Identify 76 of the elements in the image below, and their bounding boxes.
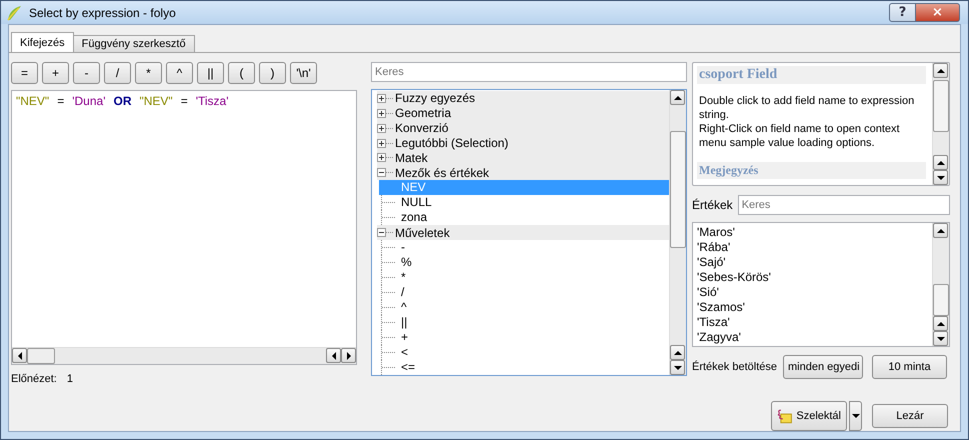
tree-item[interactable]: Legutóbbi (Selection) [377, 136, 669, 150]
operator-button[interactable]: ( [228, 62, 255, 84]
scrollbar[interactable] [932, 63, 949, 185]
value-item[interactable]: 'Sió' [697, 285, 928, 300]
scrollbar[interactable] [669, 90, 686, 375]
minus-box-icon[interactable] [377, 168, 386, 178]
tree-item[interactable]: < [399, 345, 669, 360]
tab[interactable]: Kifejezés [11, 32, 74, 52]
tree-item[interactable]: Mezők és értékek [377, 165, 669, 180]
load-button[interactable]: 10 minta [872, 355, 947, 379]
tree-item[interactable]: Műveletek [377, 225, 669, 240]
expression-token: "NEV" [16, 94, 50, 108]
tree-item[interactable]: || [399, 315, 669, 330]
search-field[interactable]: Keres [738, 195, 950, 215]
search-field[interactable]: Keres [371, 62, 687, 82]
tree-item[interactable]: * [399, 270, 669, 286]
operator-button[interactable]: = [11, 62, 38, 84]
operator-button[interactable]: ) [259, 62, 286, 84]
value-item[interactable]: 'Sebes-Körös' [697, 270, 928, 285]
minus-box-icon[interactable] [377, 228, 386, 238]
expression-token: = [57, 94, 64, 108]
tree-item[interactable]: % [399, 255, 669, 270]
tree-item[interactable]: ^ [399, 300, 669, 316]
tree-item[interactable]: / [399, 285, 669, 300]
expression-token: 'Tisza' [196, 94, 229, 108]
value-item[interactable]: 'Maros' [697, 225, 928, 240]
value-item[interactable]: 'Zagyva' [697, 330, 928, 345]
operator-button[interactable]: / [104, 62, 131, 84]
preview-label: Előnézet: [11, 373, 57, 385]
preview-value: 1 [66, 373, 73, 385]
value-item[interactable]: 'Szamos' [697, 300, 928, 315]
help-text: Right-Click on field name to open context menu sample value loading options. [698, 122, 901, 150]
close-button[interactable]: Lezár [872, 404, 948, 428]
tree-item[interactable]: NULL [399, 195, 669, 210]
help-heading: Megjegyzés [697, 162, 926, 179]
load-values-label: Értékek betöltése [692, 361, 777, 373]
expression-token: 'Duna' [72, 94, 106, 108]
expression-token: = [180, 94, 188, 108]
operator-button[interactable]: - [73, 62, 100, 84]
tree-item[interactable]: Matek [377, 150, 669, 166]
expression-editor[interactable]: "NEV" = 'Duna' OR "NEV" = 'Tisza' [11, 90, 357, 365]
expression-token: OR [114, 94, 132, 108]
scrollbar[interactable] [932, 223, 949, 346]
select-icon [777, 408, 792, 424]
leaf-icon [5, 4, 23, 22]
values-label: Értékek [692, 198, 733, 212]
tree-item[interactable]: - [399, 240, 669, 256]
scrollbar[interactable] [12, 347, 356, 364]
tree-item[interactable]: Geometria [377, 106, 669, 121]
plus-box-icon[interactable] [377, 124, 386, 133]
operator-button[interactable]: ^ [166, 62, 193, 84]
tab[interactable]: Függvény szerkesztő [72, 35, 195, 52]
help-button[interactable]: ? [889, 3, 916, 22]
help-text: Double click to add field name to expression string. [698, 94, 916, 122]
tree-item[interactable]: + [399, 330, 669, 346]
operator-button[interactable]: '\n' [290, 62, 317, 84]
dropdown-button[interactable] [849, 401, 862, 431]
operator-button[interactable]: * [135, 62, 162, 84]
help-title: csoport Field [697, 66, 926, 84]
plus-box-icon[interactable] [377, 108, 386, 118]
tree-item[interactable]: zona [399, 210, 669, 226]
value-item[interactable]: 'Rába' [697, 240, 928, 255]
plus-box-icon[interactable] [377, 94, 386, 103]
select-button[interactable]: Szelektál [771, 401, 847, 431]
operator-button[interactable]: || [197, 62, 224, 84]
load-button[interactable]: minden egyedi [783, 355, 863, 379]
tree-item[interactable]: Fuzzy egyezés [377, 91, 669, 106]
value-item[interactable]: 'Sajó' [697, 255, 928, 270]
plus-box-icon[interactable] [377, 153, 386, 162]
tree-item[interactable]: Konverzió [377, 120, 669, 136]
tree-item[interactable]: <= [399, 360, 669, 375]
operator-button[interactable]: + [42, 62, 69, 84]
expression-token: "NEV" [140, 94, 173, 108]
value-item[interactable]: 'Tisza' [697, 315, 928, 330]
window-title: Select by expression - folyo [29, 6, 176, 20]
plus-box-icon[interactable] [377, 138, 386, 148]
